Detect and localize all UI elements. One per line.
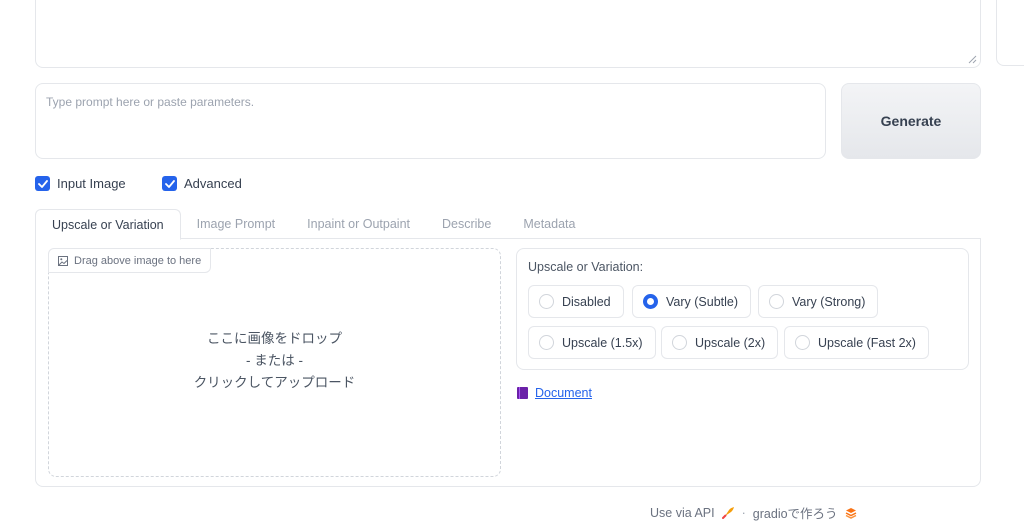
radio-upscale-1-5x[interactable]: Upscale (1.5x) xyxy=(528,326,656,359)
tab-describe[interactable]: Describe xyxy=(426,209,507,239)
radio-vary-subtle[interactable]: Vary (Subtle) xyxy=(632,285,752,318)
radio-unchecked-icon xyxy=(769,294,784,309)
tab-metadata[interactable]: Metadata xyxy=(507,209,591,239)
footer-separator: · xyxy=(741,505,746,520)
radio-vary-strong[interactable]: Vary (Strong) xyxy=(758,285,879,318)
input-image-checkbox[interactable]: Input Image xyxy=(35,176,126,191)
radio-checked-icon xyxy=(643,294,658,309)
use-via-api-link[interactable]: Use via API xyxy=(650,506,715,520)
radio-label: Vary (Subtle) xyxy=(666,294,739,309)
radio-upscale-2x[interactable]: Upscale (2x) xyxy=(661,326,779,359)
image-icon xyxy=(58,255,68,266)
resize-handle-icon[interactable] xyxy=(968,55,977,64)
tab-upscale-or-variation[interactable]: Upscale or Variation xyxy=(35,209,181,240)
dropzone-label-text: Drag above image to here xyxy=(74,254,202,267)
dropzone-line-drop: ここに画像をドロップ xyxy=(207,331,342,346)
radio-label: Upscale (Fast 2x) xyxy=(818,335,916,350)
document-link[interactable]: Document xyxy=(517,386,592,400)
footer: Use via API · gradioで作ろう xyxy=(650,503,857,522)
input-image-label: Input Image xyxy=(57,176,126,191)
prompt-input[interactable] xyxy=(46,95,815,147)
generate-button[interactable]: Generate xyxy=(841,83,981,159)
upscale-radio-title: Upscale or Variation: xyxy=(528,260,644,274)
rocket-icon xyxy=(721,507,734,519)
checkbox-checked-icon xyxy=(35,176,50,191)
radio-unchecked-icon xyxy=(672,335,687,350)
radio-unchecked-icon xyxy=(795,335,810,350)
built-with-gradio-link[interactable]: gradioで作ろう xyxy=(753,503,838,522)
tab-bar: Upscale or Variation Image Prompt Inpain… xyxy=(35,209,981,240)
document-link-label: Document xyxy=(535,386,592,400)
tab-image-prompt[interactable]: Image Prompt xyxy=(181,209,292,239)
side-panel xyxy=(996,0,1024,66)
history-textarea[interactable] xyxy=(35,0,981,68)
radio-disabled[interactable]: Disabled xyxy=(528,285,624,318)
radio-label: Upscale (1.5x) xyxy=(562,335,643,350)
dropzone-label: Drag above image to here xyxy=(48,248,212,273)
radio-label: Disabled xyxy=(562,294,611,309)
radio-upscale-fast-2x[interactable]: Upscale (Fast 2x) xyxy=(784,326,929,359)
radio-unchecked-icon xyxy=(539,335,554,350)
dropzone-line-upload: クリックしてアップロード xyxy=(193,375,356,390)
dropzone-instructions[interactable]: ここに画像をドロップ - または - クリックしてアップロード xyxy=(48,328,501,394)
prompt-box xyxy=(35,83,826,159)
radio-unchecked-icon xyxy=(539,294,554,309)
advanced-checkbox[interactable]: Advanced xyxy=(162,176,242,191)
advanced-label: Advanced xyxy=(184,176,242,191)
checkbox-checked-icon xyxy=(162,176,177,191)
dropzone-line-or: - または - xyxy=(246,353,303,368)
radio-label: Vary (Strong) xyxy=(792,294,866,309)
tab-inpaint-or-outpaint[interactable]: Inpaint or Outpaint xyxy=(291,209,426,239)
book-icon xyxy=(517,387,528,399)
gradio-logo-icon xyxy=(845,507,856,519)
radio-label: Upscale (2x) xyxy=(695,335,766,350)
